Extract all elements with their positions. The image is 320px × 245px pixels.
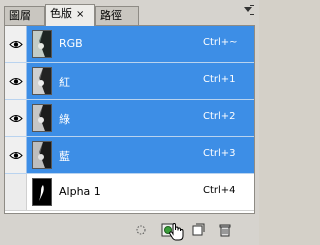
visibility-toggle[interactable] — [5, 100, 27, 136]
channel-row-alpha-1[interactable]: Alpha 1 Ctrl+4 — [5, 174, 254, 211]
channel-shortcut: Ctrl+~ — [203, 37, 238, 48]
channel-thumbnail — [32, 178, 52, 206]
visibility-toggle[interactable] — [5, 174, 27, 210]
tab-label: 圖層 — [9, 9, 31, 22]
channel-list: RGB Ctrl+~ 紅 Ctrl+1 綠 Ctrl+2 藍 Ctrl+3 Al… — [4, 25, 255, 214]
tab-label: 路徑 — [100, 9, 122, 22]
close-icon[interactable]: × — [76, 10, 84, 20]
tab-paths[interactable]: 路徑 — [95, 6, 139, 25]
channel-shortcut: Ctrl+3 — [203, 148, 236, 159]
eye-icon — [9, 78, 23, 85]
panel-toolbar — [0, 216, 259, 245]
channel-name: 綠 — [59, 113, 70, 126]
channel-shortcut: Ctrl+2 — [203, 111, 236, 122]
channels-panel: 圖層 色版 × 路徑 RGB Ctrl+~ 紅 Ctrl+1 綠 Ctrl+2 … — [0, 0, 259, 245]
hand-cursor-icon — [168, 222, 186, 245]
channel-shortcut: Ctrl+4 — [203, 185, 236, 196]
visibility-toggle[interactable] — [5, 137, 27, 173]
channel-name: RGB — [59, 37, 83, 50]
channel-thumbnail — [32, 30, 52, 58]
channel-name: 紅 — [59, 76, 70, 89]
visibility-toggle[interactable] — [5, 26, 27, 62]
channel-row-blue[interactable]: 藍 Ctrl+3 — [5, 137, 254, 174]
eye-icon — [9, 152, 23, 159]
channel-shortcut: Ctrl+1 — [203, 74, 236, 85]
eye-icon — [9, 41, 23, 48]
tab-label: 色版 — [50, 7, 72, 20]
load-selection-icon[interactable] — [133, 222, 149, 238]
panel-menu-icon[interactable] — [241, 2, 255, 16]
channel-row-red[interactable]: 紅 Ctrl+1 — [5, 63, 254, 100]
tab-channels[interactable]: 色版 × — [45, 4, 95, 26]
trash-icon[interactable] — [217, 222, 233, 238]
channel-thumbnail — [32, 141, 52, 169]
new-channel-icon[interactable] — [190, 222, 206, 238]
channel-name: Alpha 1 — [59, 185, 101, 198]
channel-thumbnail — [32, 67, 52, 95]
channel-thumbnail — [32, 104, 52, 132]
channel-row-rgb[interactable]: RGB Ctrl+~ — [5, 26, 254, 63]
visibility-toggle[interactable] — [5, 63, 27, 99]
tab-layers[interactable]: 圖層 — [4, 6, 45, 25]
eye-icon — [9, 115, 23, 122]
channel-row-green[interactable]: 綠 Ctrl+2 — [5, 100, 254, 137]
channel-name: 藍 — [59, 150, 70, 163]
tab-strip: 圖層 色版 × 路徑 — [0, 0, 259, 26]
